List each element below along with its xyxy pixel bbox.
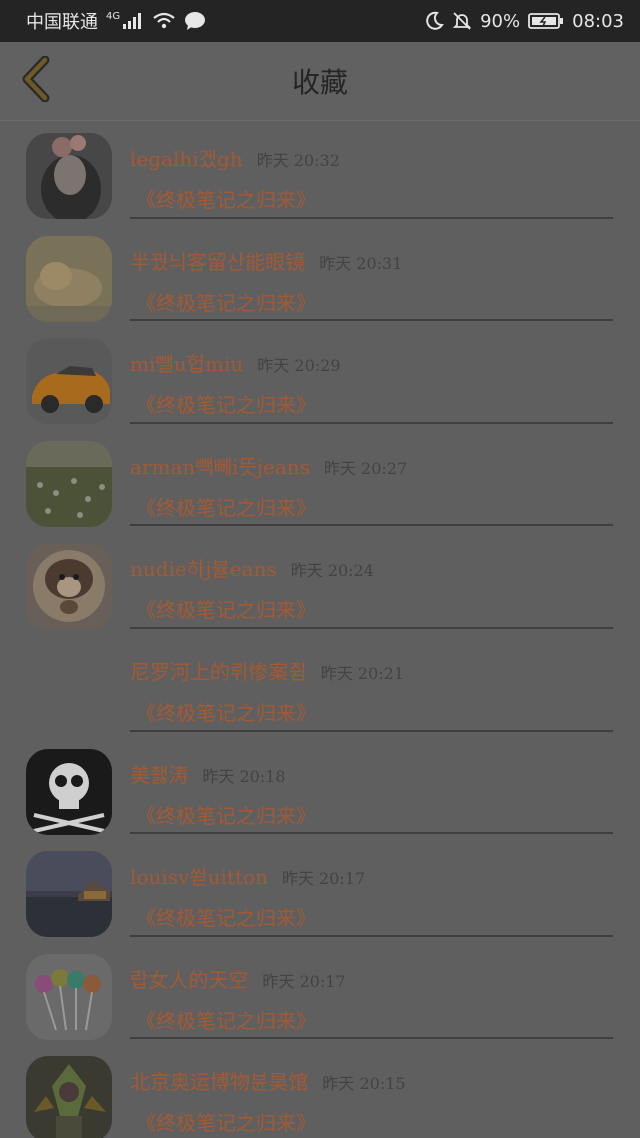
favorite-item[interactable]: 랍女人的天空 昨天 20:17 《终极笔记之归来》 <box>0 942 640 1045</box>
favorite-item[interactable]: 尼罗河上的뤼惨案쥠 昨天 20:21 《终极笔记之归来》 <box>0 634 640 737</box>
favorite-time: 昨天 20:17 <box>281 869 366 889</box>
favorite-book-title: 《终极笔记之归来》 <box>136 700 316 725</box>
avatar <box>26 953 112 1040</box>
favorite-book-title: 《终极笔记之归来》 <box>136 393 316 418</box>
avatar <box>26 133 112 219</box>
divider <box>130 524 613 527</box>
divider <box>130 319 613 322</box>
favorite-book-title: 《终极笔记之归来》 <box>136 1008 316 1033</box>
favorite-name: nudie하j뷸eans <box>130 557 277 582</box>
mute-bell-icon <box>452 11 472 31</box>
avatar <box>26 748 112 835</box>
favorite-time: 昨天 20:21 <box>320 663 405 683</box>
favorite-item[interactable]: 北京奥运博物뷴昊馆 昨天 20:15 《终极笔记之归来》 <box>0 1044 640 1138</box>
status-bar: 中国联通 4G 90% 08:03 <box>0 0 640 42</box>
favorite-item[interactable]: nudie하j뷸eans 昨天 20:24 《终极笔记之归来》 <box>0 531 640 634</box>
favorite-name: 北京奥运博物뷴昊馆 <box>130 1070 309 1095</box>
clock: 08:03 <box>572 10 624 32</box>
favorite-item[interactable]: louisv쐳uitton 昨天 20:17 《终极笔记之归来》 <box>0 839 640 942</box>
favorite-name: 尼罗河上的뤼惨案쥠 <box>130 659 307 684</box>
favorite-name: arman빽뻬i뜻jeans <box>130 454 310 479</box>
divider <box>130 216 613 219</box>
favorite-item[interactable]: legalhi겠gh 昨天 20:32 《终极笔记之归来》 <box>0 121 640 224</box>
battery-percent: 90% <box>480 10 521 32</box>
avatar <box>26 543 112 630</box>
favorite-book-title: 《终极笔记之归来》 <box>136 290 316 315</box>
favorite-time: 昨天 20:18 <box>202 766 286 786</box>
favorite-time: 昨天 20:27 <box>323 458 408 478</box>
header-bar: 收藏 <box>0 42 640 121</box>
message-icon <box>184 11 206 31</box>
favorite-time: 昨天 20:31 <box>319 253 403 273</box>
divider <box>130 729 613 732</box>
favorite-book-title: 《终极笔记之归来》 <box>136 495 316 520</box>
favorite-time: 昨天 20:29 <box>257 356 341 376</box>
divider <box>130 1037 613 1040</box>
network-type-label: 4G <box>106 10 121 22</box>
favorite-name: 美쵏涛 <box>130 762 189 787</box>
signal-icon <box>122 12 144 30</box>
moon-icon <box>424 11 444 31</box>
avatar <box>26 851 112 938</box>
carrier-label: 中国联通 <box>26 12 98 33</box>
favorite-name: 半꿨늬客留산能眼镜 <box>130 249 306 274</box>
favorite-time: 昨天 20:15 <box>322 1074 406 1094</box>
avatar <box>26 235 112 322</box>
favorite-book-title: 《终极笔记之归来》 <box>136 188 316 212</box>
battery-icon <box>528 12 564 30</box>
divider <box>130 421 613 424</box>
avatar <box>26 440 112 527</box>
wifi-icon <box>152 12 176 30</box>
favorite-item[interactable]: arman빽뻬i뜻jeans 昨天 20:27 《终极笔记之归来》 <box>0 429 640 532</box>
favorite-book-title: 《终极笔记之归来》 <box>136 1111 316 1136</box>
favorites-list: legalhi겠gh 昨天 20:32 《终极笔记之归来》 半꿨늬客留산能眼镜 昨天… <box>0 121 640 1138</box>
favorite-name: 랍女人的天空 <box>130 967 249 992</box>
divider <box>130 934 613 937</box>
favorite-book-title: 《终极笔记之归来》 <box>136 598 316 623</box>
favorite-name: louisv쐳uitton <box>130 865 268 890</box>
favorite-time: 昨天 20:24 <box>290 561 374 581</box>
favorite-item[interactable]: mi뺄u헙miu 昨天 20:29 《终极笔记之归来》 <box>0 326 640 429</box>
favorite-name: mi뺄u헙miu <box>130 352 244 377</box>
avatar <box>26 338 112 425</box>
divider <box>130 626 613 629</box>
favorite-item[interactable]: 半꿨늬客留산能眼镜 昨天 20:31 《终极笔记之归来》 <box>0 224 640 327</box>
page-title: 收藏 <box>291 66 348 99</box>
favorite-name: legalhi겠gh <box>130 147 243 171</box>
avatar <box>26 1056 112 1138</box>
favorite-time: 昨天 20:32 <box>256 151 340 170</box>
favorite-time: 昨天 20:17 <box>262 971 346 991</box>
divider <box>130 832 613 835</box>
favorite-item[interactable]: 美쵏涛 昨天 20:18 《终极笔记之归来》 <box>0 737 640 840</box>
favorite-book-title: 《终极笔记之归来》 <box>136 803 316 828</box>
favorite-book-title: 《终极笔记之归来》 <box>136 906 316 931</box>
